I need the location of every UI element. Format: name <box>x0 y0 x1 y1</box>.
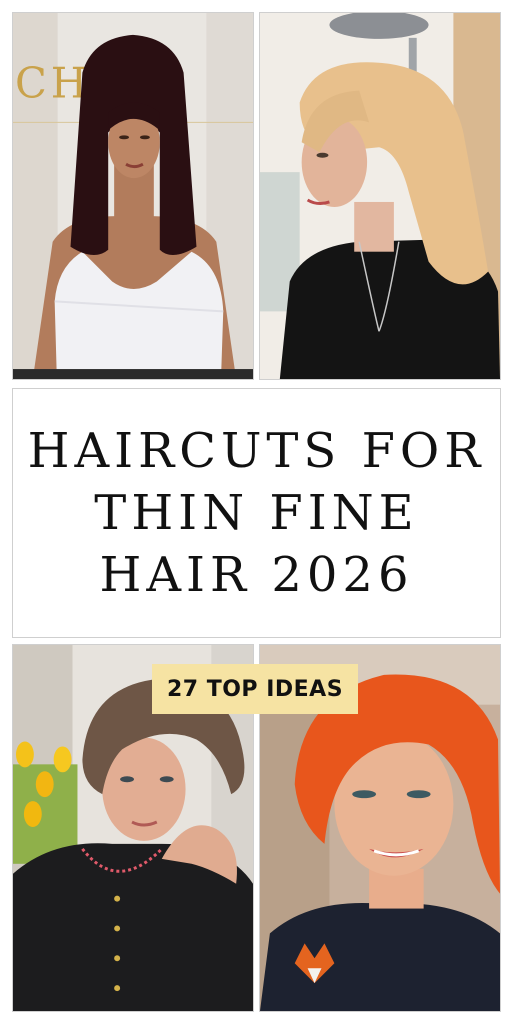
photo-dark-straight-bob: CHAI <box>12 12 254 380</box>
title-line-3: HAIR 2026 <box>99 547 414 603</box>
top-ideas-badge: 27 TOP IDEAS <box>152 664 358 714</box>
title-line-1: HAIRCUTS FOR <box>27 423 486 479</box>
title-line-2: THIN FINE <box>94 485 419 541</box>
title-card: HAIRCUTS FOR THIN FINE HAIR 2026 <box>12 388 501 638</box>
photo-blonde-wavy-lob <box>259 12 501 380</box>
